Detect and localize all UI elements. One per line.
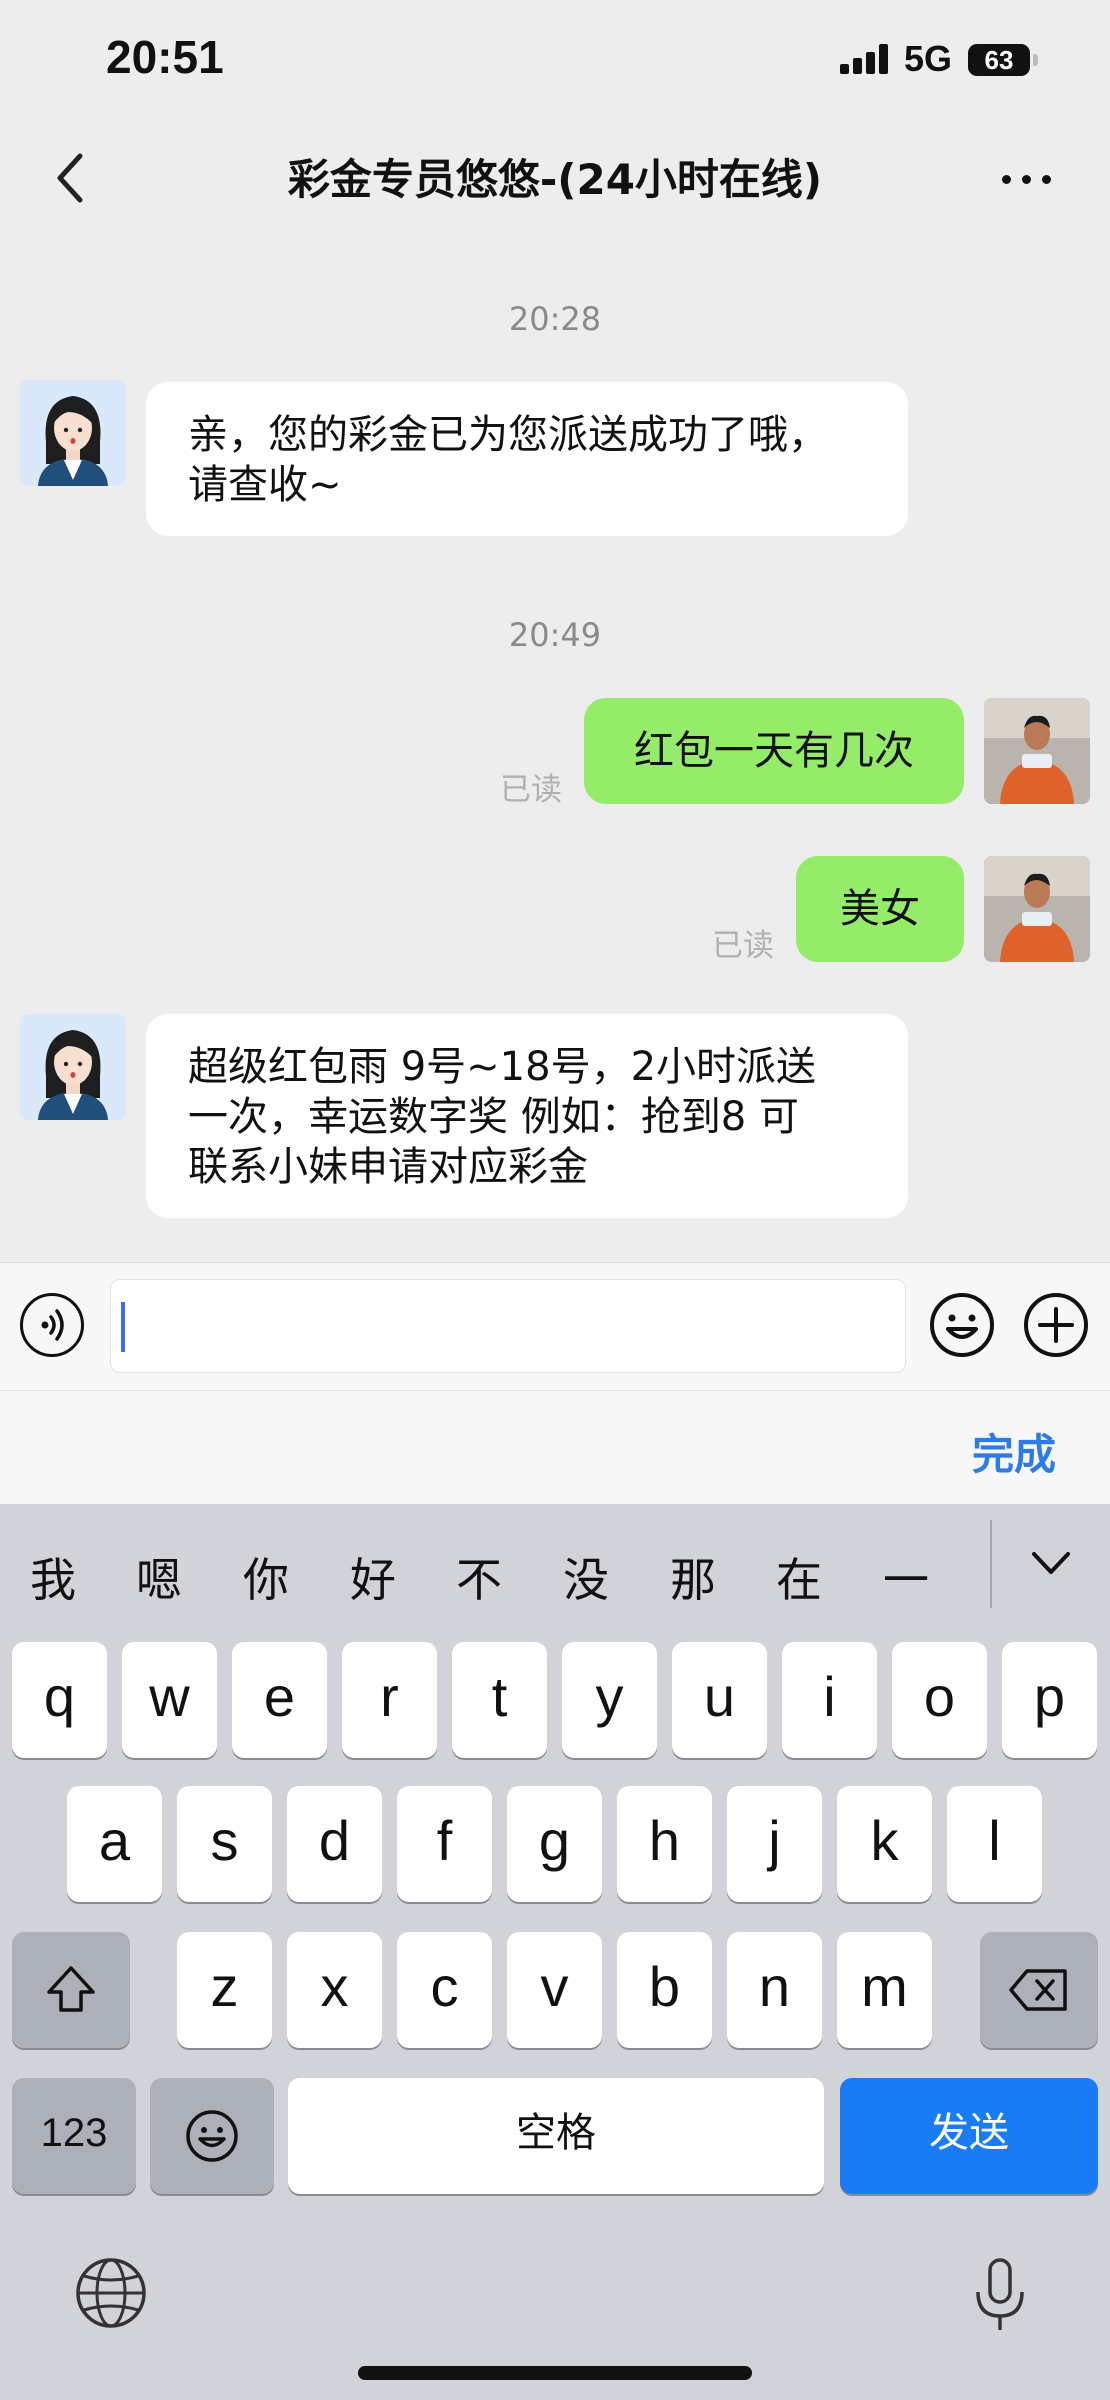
microphone-icon — [976, 2258, 1024, 2330]
key-v[interactable]: v — [507, 1932, 602, 2048]
message-text: 亲，您的彩金已为您派送成功了哦， — [188, 412, 828, 458]
key-y[interactable]: y — [562, 1642, 657, 1758]
message-text: 超级红包雨 9号~18号，2小时派送 — [188, 1044, 817, 1090]
more-options-button[interactable] — [996, 148, 1056, 208]
signal-icon — [840, 44, 890, 74]
backspace-key[interactable] — [980, 1932, 1098, 2048]
status-time: 20:51 — [106, 31, 224, 83]
candidate-divider — [990, 1520, 992, 1608]
candidate-word[interactable]: 不 — [444, 1544, 514, 1610]
text-cursor — [121, 1302, 125, 1352]
my-avatar[interactable] — [984, 698, 1090, 804]
globe-icon — [76, 2258, 146, 2328]
key-i[interactable]: i — [782, 1642, 877, 1758]
agent-avatar[interactable] — [20, 380, 126, 486]
message-text: 一次，幸运数字奖 例如：抢到8 可 — [188, 1094, 799, 1140]
shift-key[interactable] — [12, 1932, 130, 2048]
key-a[interactable]: a — [67, 1786, 162, 1902]
input-bar — [0, 1262, 1110, 1391]
numbers-key[interactable]: 123 — [12, 2078, 136, 2194]
candidate-word[interactable]: 没 — [551, 1544, 621, 1610]
network-type: 5G — [904, 38, 953, 79]
key-r[interactable]: r — [342, 1642, 437, 1758]
key-n[interactable]: n — [727, 1932, 822, 2048]
key-k[interactable]: k — [837, 1786, 932, 1902]
shift-arrow-icon — [47, 1966, 95, 2012]
message-timestamp: 20:28 — [508, 300, 602, 338]
home-indicator[interactable] — [358, 2366, 752, 2380]
smiley-icon — [930, 1293, 994, 1357]
key-d[interactable]: d — [287, 1786, 382, 1902]
read-receipt: 已读 — [712, 928, 774, 964]
message-text: 美女 — [840, 886, 920, 932]
more-functions-button[interactable] — [1022, 1291, 1090, 1359]
chat-title: 彩金专员悠悠-(24小时在线) — [287, 155, 823, 204]
key-t[interactable]: t — [452, 1642, 547, 1758]
message-text: 联系小妹申请对应彩金 — [188, 1144, 588, 1190]
nav-bar: 彩金专员悠悠-(24小时在线) — [0, 130, 1110, 230]
space-key[interactable]: 空格 — [288, 2078, 824, 2194]
key-b[interactable]: b — [617, 1932, 712, 2048]
key-j[interactable]: j — [727, 1786, 822, 1902]
key-x[interactable]: x — [287, 1932, 382, 2048]
globe-button[interactable] — [74, 2256, 148, 2330]
user-photo-icon — [984, 856, 1090, 962]
message-text: 红包一天有几次 — [634, 728, 914, 774]
key-e[interactable]: e — [232, 1642, 327, 1758]
key-c[interactable]: c — [397, 1932, 492, 2048]
expand-candidates-button[interactable] — [1026, 1544, 1076, 1584]
key-q[interactable]: q — [12, 1642, 107, 1758]
key-m[interactable]: m — [837, 1932, 932, 2048]
user-photo-icon — [984, 698, 1090, 804]
status-bar: 20:51 5G 63 — [0, 0, 1110, 120]
woman-avatar-icon — [20, 380, 126, 486]
candidate-bar: 我 嗯 你 好 不 没 那 在 一 — [0, 1504, 1110, 1624]
keyboard-toolbar: 完成 — [0, 1390, 1110, 1505]
message-timestamp: 20:49 — [508, 616, 602, 654]
plus-circle-icon — [1024, 1293, 1088, 1357]
emoji-button[interactable] — [928, 1291, 996, 1359]
voice-button[interactable] — [20, 1293, 84, 1357]
candidate-word[interactable]: 你 — [231, 1544, 301, 1610]
candidate-word[interactable]: 一 — [871, 1544, 941, 1610]
done-button[interactable]: 完成 — [972, 1421, 1056, 1482]
message-list[interactable]: 20:28 亲，您的彩金已为您派送成功了哦， 请查收~ 20:49 已读 红包一… — [0, 230, 1110, 1262]
candidate-word[interactable]: 我 — [18, 1544, 88, 1610]
key-w[interactable]: w — [122, 1642, 217, 1758]
key-s[interactable]: s — [177, 1786, 272, 1902]
incoming-message[interactable]: 亲，您的彩金已为您派送成功了哦， 请查收~ — [146, 382, 908, 536]
voice-wave-icon — [41, 1309, 64, 1341]
message-input[interactable] — [110, 1279, 906, 1373]
woman-avatar-icon — [20, 1014, 126, 1120]
agent-avatar[interactable] — [20, 1014, 126, 1120]
dictation-button[interactable] — [970, 2256, 1030, 2336]
battery-icon: 63 — [968, 44, 1038, 76]
key-g[interactable]: g — [507, 1786, 602, 1902]
back-button[interactable] — [44, 148, 104, 208]
incoming-message[interactable]: 超级红包雨 9号~18号，2小时派送 一次，幸运数字奖 例如：抢到8 可 联系小… — [146, 1014, 908, 1218]
read-receipt: 已读 — [500, 772, 562, 808]
key-z[interactable]: z — [177, 1932, 272, 2048]
send-key[interactable]: 发送 — [840, 2078, 1098, 2194]
backspace-icon — [1009, 1969, 1067, 2011]
chevron-down-icon — [1032, 1552, 1070, 1574]
my-avatar[interactable] — [984, 856, 1090, 962]
candidate-word[interactable]: 那 — [658, 1544, 728, 1610]
key-u[interactable]: u — [672, 1642, 767, 1758]
key-p[interactable]: p — [1002, 1642, 1097, 1758]
key-h[interactable]: h — [617, 1786, 712, 1902]
outgoing-message[interactable]: 红包一天有几次 — [584, 698, 964, 804]
candidate-word[interactable]: 好 — [338, 1544, 408, 1610]
key-o[interactable]: o — [892, 1642, 987, 1758]
key-f[interactable]: f — [397, 1786, 492, 1902]
keyboard: 我 嗯 你 好 不 没 那 在 一 q w e r t y u i o p a … — [0, 1504, 1110, 2400]
emoji-key[interactable] — [150, 2078, 274, 2194]
key-l[interactable]: l — [947, 1786, 1042, 1902]
candidate-word[interactable]: 在 — [764, 1544, 834, 1610]
candidate-word[interactable]: 嗯 — [124, 1544, 194, 1610]
chevron-left-icon — [57, 153, 83, 203]
message-text: 请查收~ — [188, 462, 342, 508]
outgoing-message[interactable]: 美女 — [796, 856, 964, 962]
smiley-icon — [186, 2110, 238, 2162]
